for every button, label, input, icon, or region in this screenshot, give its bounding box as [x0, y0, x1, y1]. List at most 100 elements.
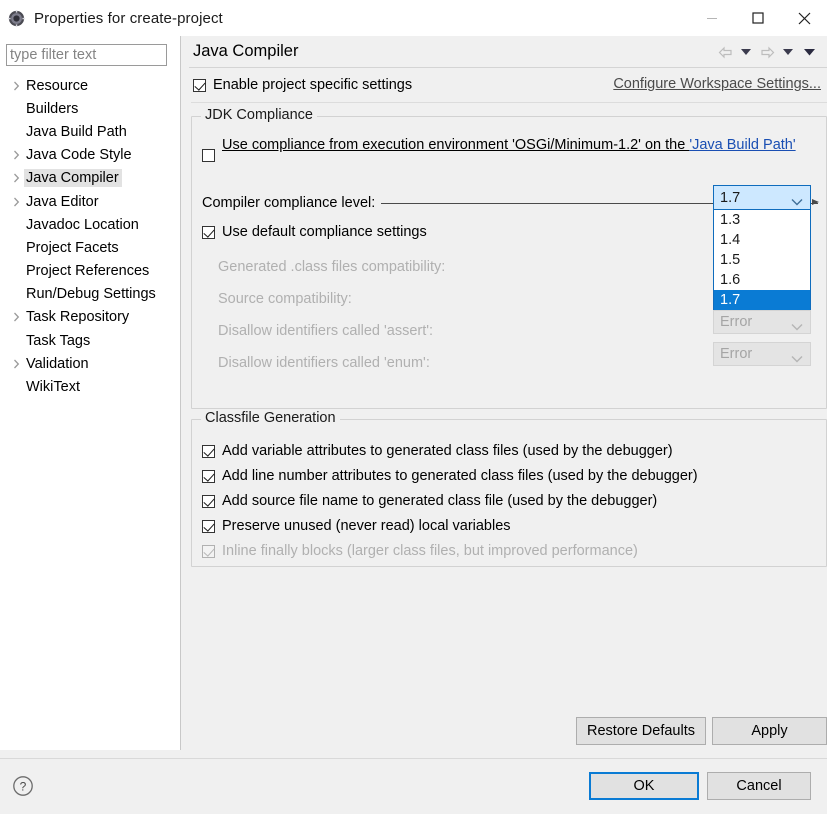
sidebar-item-java-compiler[interactable]: Java Compiler — [0, 167, 180, 190]
close-icon[interactable] — [781, 0, 827, 36]
window-title: Properties for create-project — [34, 9, 223, 27]
sidebar-item-label: Java Code Style — [26, 147, 132, 164]
chevron-right-icon[interactable] — [8, 197, 24, 207]
apply-button[interactable]: Apply — [712, 717, 827, 745]
sidebar-item-project-references[interactable]: Project References — [0, 260, 180, 283]
classfile-generation-title: Classfile Generation — [201, 410, 340, 426]
page-header: Java Compiler — [181, 36, 827, 67]
sidebar-item-wikitext[interactable]: WikiText — [0, 375, 180, 398]
compiler-compliance-level-label: Compiler compliance level: — [202, 195, 376, 211]
java-compiler-page: Java Compiler Enable project specific se… — [181, 36, 827, 750]
sidebar-item-label: Run/Debug Settings — [26, 286, 156, 303]
classfile-option-checkbox-0[interactable] — [202, 444, 215, 458]
use-default-compliance-settings-row[interactable]: Use default compliance settings — [202, 224, 427, 240]
properties-icon — [8, 9, 25, 27]
classfile-option-checkbox-1[interactable] — [202, 469, 215, 483]
forward-arrow-icon[interactable] — [757, 42, 777, 62]
restore-defaults-button[interactable]: Restore Defaults — [576, 717, 706, 745]
classfile-generation-group: Classfile Generation Add variable attrib… — [191, 410, 827, 567]
chevron-down-icon — [791, 319, 803, 335]
sidebar-item-label: Javadoc Location — [26, 216, 139, 233]
sidebar-item-validation[interactable]: Validation — [0, 352, 180, 375]
enable-project-specific-label: Enable project specific settings — [213, 77, 413, 93]
sidebar-item-javadoc-location[interactable]: Javadoc Location — [0, 213, 180, 236]
sidebar-item-label: Project Facets — [26, 239, 119, 256]
use-execution-environment-text: Use compliance from execution environmen… — [222, 137, 690, 153]
classfile-option-row-2[interactable]: Add source file name to generated class … — [202, 490, 657, 512]
compliance-option-1-7[interactable]: 1.7 — [714, 290, 810, 310]
cancel-button[interactable]: Cancel — [707, 772, 811, 800]
use-default-compliance-settings-checkbox[interactable] — [202, 225, 215, 239]
chevron-right-icon[interactable] — [8, 150, 24, 160]
sidebar-item-project-facets[interactable]: Project Facets — [0, 236, 180, 259]
classfile-option-label-2: Add source file name to generated class … — [222, 493, 658, 509]
compiler-compliance-level-value: 1.7 — [720, 189, 741, 206]
sidebar-item-task-tags[interactable]: Task Tags — [0, 329, 180, 352]
chevron-down-icon — [791, 351, 803, 367]
classfile-option-row-1[interactable]: Add line number attributes to generated … — [202, 465, 698, 487]
classfile-option-checkbox-3[interactable] — [202, 519, 215, 533]
settings-tree-panel: Resource Builders Java Build Path Java Code… — [0, 36, 180, 750]
sidebar-item-run-debug-settings[interactable]: Run/Debug Settings — [0, 283, 180, 306]
compliance-option-1-6[interactable]: 1.6 — [714, 270, 810, 290]
dialog-footer — [0, 759, 827, 814]
chevron-right-icon[interactable] — [8, 312, 24, 322]
sidebar-item-java-editor[interactable]: Java Editor — [0, 190, 180, 213]
sidebar-item-builders[interactable]: Builders — [0, 97, 180, 120]
compiler-compliance-level-combo[interactable]: 1.7 — [713, 185, 811, 210]
sidebar-item-label: Resource — [26, 77, 89, 94]
sidebar-item-java-code-style[interactable]: Java Code Style — [0, 144, 180, 167]
compliance-option-1-3[interactable]: 1.3 — [714, 210, 810, 230]
header-separator — [189, 67, 827, 68]
disallow-enum-value: Error — [720, 346, 753, 362]
chevron-down-icon[interactable] — [791, 194, 803, 210]
compiler-compliance-level-options[interactable]: 1.3 1.4 1.5 1.6 1.7 — [713, 210, 811, 310]
chevron-down-icon[interactable] — [736, 42, 756, 62]
java-build-path-link[interactable]: 'Java Build Path' — [689, 137, 795, 153]
classfile-option-label-1: Add line number attributes to generated … — [222, 468, 698, 484]
filter-input[interactable] — [6, 44, 167, 66]
view-menu-chevron-down-icon[interactable] — [799, 42, 819, 62]
minimize-icon[interactable] — [689, 0, 735, 36]
configure-workspace-settings-link[interactable]: Configure Workspace Settings... — [613, 76, 821, 92]
sidebar-item-java-build-path[interactable]: Java Build Path — [0, 120, 180, 143]
sidebar-item-label: Java Build Path — [26, 123, 127, 140]
disallow-assert-combo: Error — [713, 310, 811, 334]
properties-dialog: Properties for create-project Resource Bu… — [0, 0, 827, 814]
classfile-option-label-4: Inline finally blocks (larger class file… — [222, 543, 638, 559]
sidebar-item-label: Validation — [26, 355, 89, 372]
sidebar-item-label: Java Compiler — [24, 169, 122, 188]
sidebar-item-resource[interactable]: Resource — [0, 74, 180, 97]
enable-separator — [191, 102, 827, 103]
maximize-icon[interactable] — [735, 0, 781, 36]
chevron-down-icon[interactable] — [778, 42, 798, 62]
source-compatibility-label: Source compatibility: — [218, 291, 352, 307]
disallow-assert-value: Error — [720, 314, 753, 330]
enable-project-specific-checkbox[interactable] — [193, 78, 206, 92]
classfile-option-checkbox-2[interactable] — [202, 494, 215, 508]
page-toolbar — [715, 42, 819, 62]
sidebar-item-label: Task Repository — [26, 309, 130, 326]
sidebar-item-label: WikiText — [26, 379, 80, 396]
sidebar-item-task-repository[interactable]: Task Repository — [0, 306, 180, 329]
chevron-right-icon[interactable] — [8, 359, 24, 369]
classfile-option-row-0[interactable]: Add variable attributes to generated cla… — [202, 440, 673, 462]
use-default-compliance-settings-label: Use default compliance settings — [222, 224, 427, 240]
classfile-option-row-3[interactable]: Preserve unused (never read) local varia… — [202, 515, 511, 537]
disallow-enum-combo: Error — [713, 342, 811, 366]
use-execution-environment-checkbox[interactable] — [202, 149, 215, 162]
help-icon[interactable]: ? — [12, 775, 34, 797]
compliance-option-1-4[interactable]: 1.4 — [714, 230, 810, 250]
back-arrow-icon[interactable] — [715, 42, 735, 62]
sidebar-item-label: Project References — [26, 263, 150, 280]
chevron-right-icon[interactable] — [8, 173, 24, 183]
sidebar-item-label: Builders — [26, 100, 79, 117]
use-execution-environment-row[interactable]: Use compliance from execution environmen… — [202, 135, 810, 162]
classfile-option-row-4: Inline finally blocks (larger class file… — [202, 540, 638, 562]
compliance-option-1-5[interactable]: 1.5 — [714, 250, 810, 270]
jdk-compliance-title: JDK Compliance — [201, 107, 317, 123]
chevron-right-icon[interactable] — [8, 81, 24, 91]
generated-class-compatibility-label: Generated .class files compatibility: — [218, 259, 446, 275]
ok-button[interactable]: OK — [589, 772, 699, 800]
sidebar-item-label: Task Tags — [26, 332, 91, 349]
